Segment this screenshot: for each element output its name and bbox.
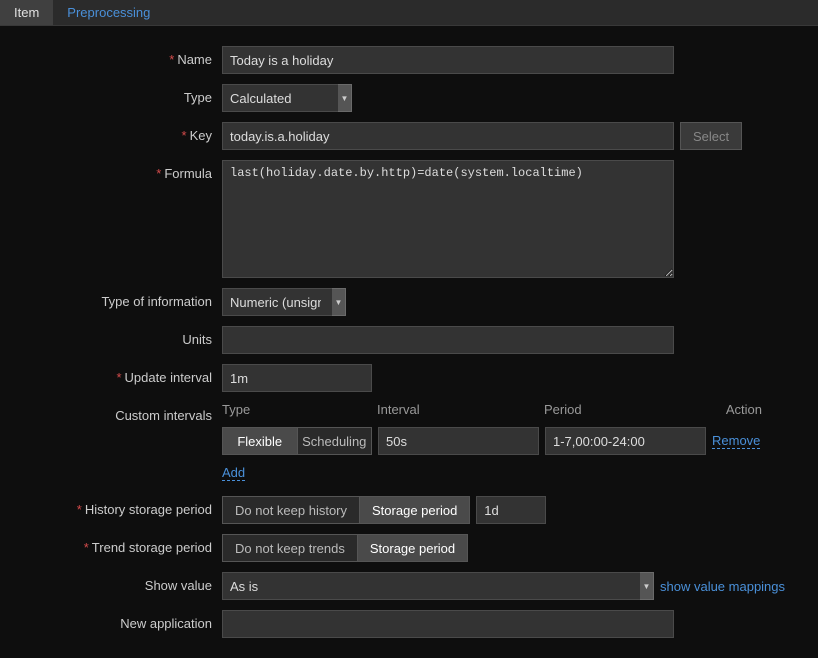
type-of-info-select[interactable]: Numeric (unsigned): [222, 288, 346, 316]
label-history-storage: *History storage period: [10, 496, 222, 517]
tab-item[interactable]: Item: [0, 0, 53, 25]
label-key: *Key: [10, 122, 222, 143]
form-area: *Name Type Calculated ▼ *Key Select *For…: [0, 26, 818, 658]
history-do-not-keep[interactable]: Do not keep history: [222, 496, 360, 524]
update-interval-input[interactable]: [222, 364, 372, 392]
new-application-input[interactable]: [222, 610, 674, 638]
trend-storage-period[interactable]: Storage period: [358, 534, 468, 562]
ci-header-interval: Interval: [377, 402, 544, 417]
add-link[interactable]: Add: [222, 465, 245, 481]
remove-link[interactable]: Remove: [712, 433, 760, 449]
history-value-input[interactable]: [476, 496, 546, 524]
tab-preprocessing[interactable]: Preprocessing: [53, 0, 164, 25]
show-value-select[interactable]: As is: [222, 572, 654, 600]
units-input[interactable]: [222, 326, 674, 354]
show-value-mappings-link[interactable]: show value mappings: [660, 579, 785, 594]
ci-row: Flexible Scheduling Remove: [222, 427, 762, 455]
label-update-interval: *Update interval: [10, 364, 222, 385]
ci-interval-input[interactable]: [378, 427, 539, 455]
formula-textarea[interactable]: last(holiday.date.by.http)=date(system.l…: [222, 160, 674, 278]
label-type-of-info: Type of information: [10, 288, 222, 309]
name-input[interactable]: [222, 46, 674, 74]
label-units: Units: [10, 326, 222, 347]
tabs-bar: Item Preprocessing: [0, 0, 818, 26]
trend-do-not-keep[interactable]: Do not keep trends: [222, 534, 358, 562]
label-name: *Name: [10, 46, 222, 67]
select-button[interactable]: Select: [680, 122, 742, 150]
type-select[interactable]: Calculated: [222, 84, 352, 112]
ci-header-period: Period: [544, 402, 710, 417]
seg-flexible[interactable]: Flexible: [222, 427, 298, 455]
seg-scheduling[interactable]: Scheduling: [298, 427, 373, 455]
ci-period-input[interactable]: [545, 427, 706, 455]
history-storage-period[interactable]: Storage period: [360, 496, 470, 524]
key-input[interactable]: [222, 122, 674, 150]
ci-header-action: Action: [710, 402, 762, 417]
label-show-value: Show value: [10, 572, 222, 593]
label-trend-storage: *Trend storage period: [10, 534, 222, 555]
label-formula: *Formula: [10, 160, 222, 181]
ci-header-type: Type: [222, 402, 377, 417]
label-custom-intervals: Custom intervals: [10, 402, 222, 423]
label-new-application: New application: [10, 610, 222, 631]
label-type: Type: [10, 84, 222, 105]
